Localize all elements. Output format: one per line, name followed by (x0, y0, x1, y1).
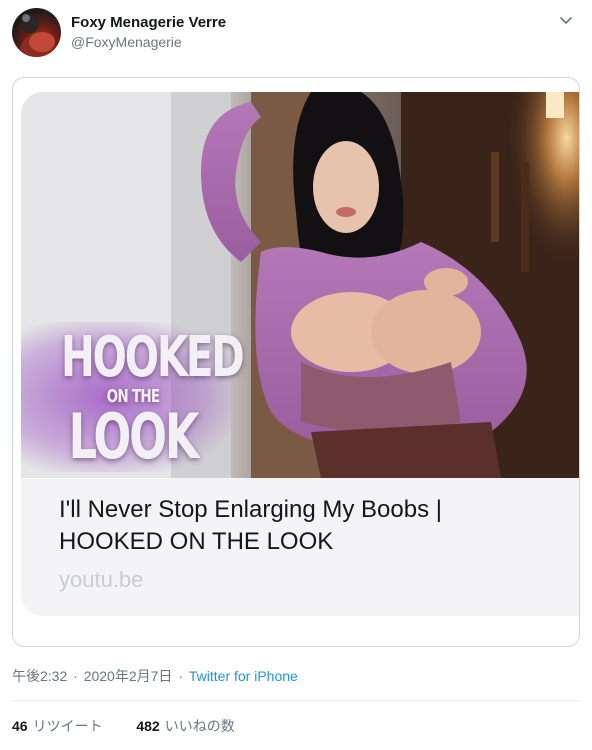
card-title[interactable]: I'll Never Stop Enlarging My Boobs | HOO… (59, 494, 559, 558)
tweet-header: Foxy Menagerie Verre @FoxyMenagerie (12, 8, 580, 58)
likes-stat[interactable]: 482 いいねの数 (136, 718, 234, 734)
meta-separator: · (178, 668, 183, 684)
user-handle[interactable]: @FoxyMenagerie (71, 33, 226, 51)
meta-separator: · (73, 668, 78, 684)
retweets-stat[interactable]: 46 リツイート (12, 718, 103, 734)
like-label: いいねの数 (164, 718, 235, 734)
video-thumbnail[interactable]: HOOKED ON THE LOOK (21, 92, 579, 478)
link-card[interactable]: HOOKED ON THE LOOK I'll Never Stop Enlar… (12, 77, 580, 647)
divider (12, 700, 580, 701)
logo-text-look: LOOK (68, 400, 200, 473)
video-card[interactable]: HOOKED ON THE LOOK I'll Never Stop Enlar… (21, 92, 579, 616)
tweet-stats: 46 リツイート 482 いいねの数 (12, 716, 235, 736)
like-count: 482 (136, 718, 160, 734)
avatar[interactable] (12, 8, 61, 57)
tweet-meta: 午後2:32 · 2020年2月7日 · Twitter for iPhone (12, 666, 298, 686)
logo-text-hooked: HOOKED (61, 325, 245, 390)
tweet-date[interactable]: 2020年2月7日 (84, 668, 173, 684)
card-title-line1[interactable]: I'll Never Stop Enlarging My Boobs | (59, 496, 442, 523)
tweet-time[interactable]: 午後2:32 (12, 668, 67, 684)
chevron-down-icon[interactable] (558, 12, 574, 28)
tweet-client-link[interactable]: Twitter for iPhone (189, 668, 298, 684)
retweet-count: 46 (12, 718, 28, 734)
card-domain: youtu.be (59, 567, 144, 592)
show-logo: HOOKED ON THE LOOK (33, 325, 245, 473)
retweet-label: リツイート (32, 718, 103, 734)
card-title-line2[interactable]: HOOKED ON THE LOOK (59, 528, 333, 555)
display-name[interactable]: Foxy Menagerie Verre (71, 14, 226, 32)
